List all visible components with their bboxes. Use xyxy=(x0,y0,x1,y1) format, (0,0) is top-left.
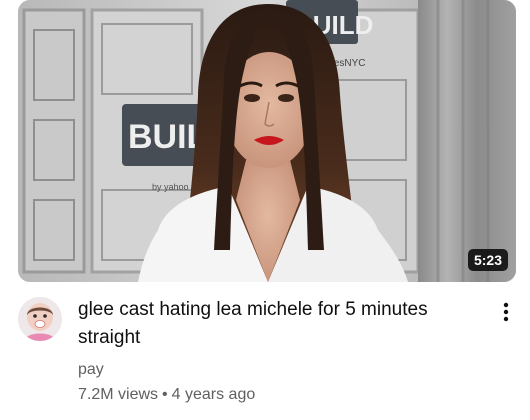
video-thumbnail[interactable]: BUIL BUILD SeriesNYC by yahoo 5:23 xyxy=(18,0,516,282)
upload-age: 4 years ago xyxy=(171,386,256,403)
avatar-image xyxy=(18,297,62,341)
view-count: 7.2M views xyxy=(78,386,159,403)
meta-separator: • xyxy=(162,386,168,403)
sign-sub-text: by yahoo xyxy=(152,182,189,192)
video-title[interactable]: glee cast hating lea michele for 5 minut… xyxy=(78,296,478,352)
channel-name[interactable]: pay xyxy=(78,360,104,380)
channel-avatar[interactable] xyxy=(18,297,62,341)
video-metadata: 7.2M views • 4 years ago xyxy=(78,385,255,405)
thumbnail-image: BUIL BUILD SeriesNYC by yahoo xyxy=(18,0,516,282)
duration-badge: 5:23 xyxy=(467,249,508,271)
vertical-dots-icon xyxy=(503,302,509,322)
video-card: BUIL BUILD SeriesNYC by yahoo 5:23 glee … xyxy=(0,0,530,420)
more-options-button[interactable] xyxy=(492,298,520,326)
